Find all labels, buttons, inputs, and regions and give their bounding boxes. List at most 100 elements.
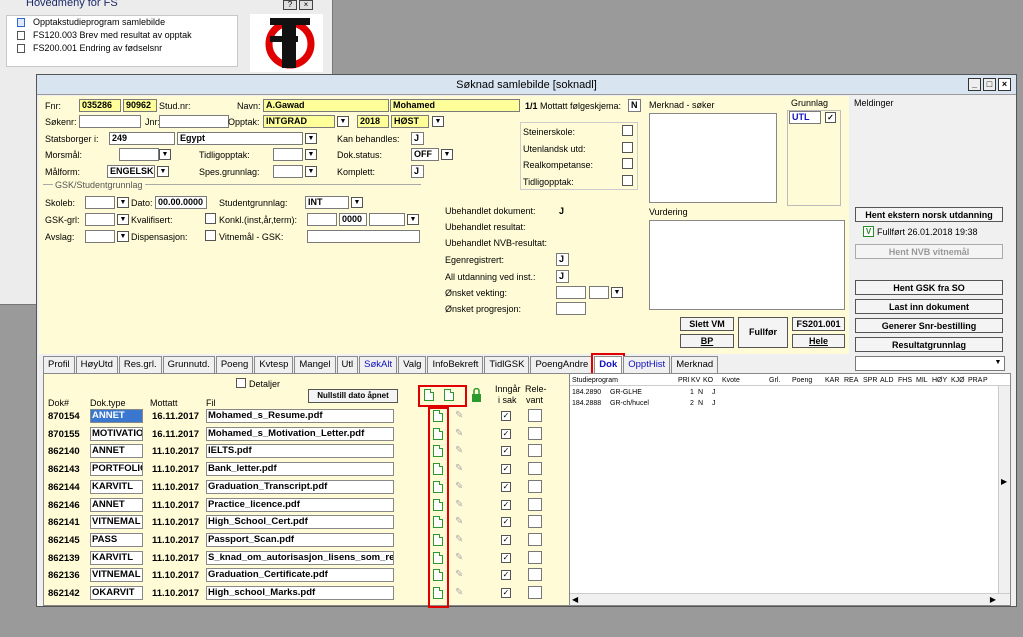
komplett-field[interactable]: J bbox=[411, 165, 424, 178]
tab-resgrl[interactable]: Res.grl. bbox=[118, 356, 162, 373]
morsmal-field[interactable] bbox=[119, 148, 159, 161]
chevron-down-icon[interactable]: ▼ bbox=[157, 166, 169, 177]
kvalifisert-checkbox[interactable] bbox=[205, 213, 216, 224]
relevant-field[interactable] bbox=[528, 532, 542, 546]
tab-hoyutd[interactable]: HøyUtd bbox=[75, 356, 118, 373]
skoleb-field[interactable] bbox=[85, 196, 115, 209]
tab-poeng[interactable]: Poeng bbox=[215, 356, 254, 373]
steinerskole-checkbox[interactable] bbox=[622, 125, 633, 136]
edit-icon[interactable]: ✎ bbox=[455, 569, 463, 580]
doc-type-field[interactable]: ANNET bbox=[90, 444, 143, 459]
relevant-field[interactable] bbox=[528, 444, 542, 458]
slett-vm-button[interactable]: Slett VM bbox=[680, 317, 734, 331]
relevant-field[interactable] bbox=[528, 479, 542, 493]
document-row[interactable]: 862136 VITNEMAL 11.10.2017 Graduation_Certi… bbox=[44, 567, 564, 584]
generer-snr-button[interactable]: Generer Snr-bestilling bbox=[855, 318, 1003, 333]
document-row[interactable]: 862143 PORTFOLIC 11.10.2017 Bank_letter.pdf… bbox=[44, 461, 564, 478]
edit-icon[interactable]: ✎ bbox=[455, 552, 463, 563]
edit-icon[interactable]: ✎ bbox=[455, 587, 463, 598]
chevron-down-icon[interactable]: ▼ bbox=[351, 197, 363, 208]
doc-type-field[interactable]: ANNET bbox=[90, 497, 143, 512]
fullfor-button[interactable]: Fullfør bbox=[738, 317, 788, 348]
jnr-field[interactable] bbox=[159, 115, 229, 128]
inngar-checkbox[interactable]: ✓ bbox=[501, 481, 511, 492]
dato-field[interactable]: 00.00.0000 bbox=[155, 196, 207, 209]
vurdering-textarea[interactable] bbox=[649, 220, 845, 310]
doc-type-field[interactable]: MOTIVATIO bbox=[90, 426, 143, 441]
edit-icon[interactable]: ✎ bbox=[455, 499, 463, 510]
tab-merknad[interactable]: Merknad bbox=[671, 356, 719, 373]
doc-file-field[interactable]: Graduation_Certificate.pdf bbox=[206, 568, 394, 583]
relevant-field[interactable] bbox=[528, 586, 542, 599]
inngar-checkbox[interactable]: ✓ bbox=[501, 517, 511, 528]
chevron-down-icon[interactable]: ▼ bbox=[992, 358, 1004, 369]
konkl-ar-field[interactable]: 0000 bbox=[339, 213, 367, 226]
edit-icon[interactable]: ✎ bbox=[455, 516, 463, 527]
tab-mangel[interactable]: Mangel bbox=[294, 356, 336, 373]
hent-ekstern-button[interactable]: Hent ekstern norsk utdanning bbox=[855, 207, 1003, 222]
edit-icon[interactable]: ✎ bbox=[455, 410, 463, 421]
kanbehandles-field[interactable]: J bbox=[411, 132, 424, 145]
inngar-checkbox[interactable]: ✓ bbox=[501, 570, 511, 581]
tab-opphist[interactable]: OpptHist bbox=[623, 356, 671, 373]
edit-icon[interactable]: ✎ bbox=[455, 428, 463, 439]
resultatgrunnlag-button[interactable]: Resultatgrunnlag bbox=[855, 337, 1003, 352]
inngar-checkbox[interactable]: ✓ bbox=[501, 552, 511, 563]
horizontal-scrollbar[interactable]: ◀ ▶ bbox=[570, 593, 1010, 605]
fs201-button[interactable]: FS201.001 bbox=[792, 317, 845, 331]
doc-type-field[interactable]: PORTFOLIC bbox=[90, 462, 143, 477]
document-row[interactable]: 870154 ANNET 16.11.2017 Mohamed_s_Resume.pd… bbox=[44, 408, 564, 425]
chevron-down-icon[interactable]: ▼ bbox=[305, 149, 317, 160]
document-row[interactable]: 862146 ANNET 11.10.2017 Practice_licence.pd… bbox=[44, 497, 564, 514]
statsborger-kode-field[interactable]: 249 bbox=[109, 132, 175, 145]
allutd-field[interactable]: J bbox=[556, 270, 569, 283]
last-inn-dokument-button[interactable]: Last inn dokument bbox=[855, 299, 1003, 314]
document-row[interactable]: 862141 VITNEMAL 11.10.2017 High_School_Cert… bbox=[44, 514, 564, 531]
bp-button[interactable]: BP bbox=[680, 334, 734, 348]
tab-profil[interactable]: Profil bbox=[43, 356, 75, 373]
gskgrl-field[interactable] bbox=[85, 213, 115, 226]
relevant-field[interactable] bbox=[528, 409, 542, 422]
tab-valg[interactable]: Valg bbox=[398, 356, 427, 373]
konkl-term-field[interactable] bbox=[369, 213, 405, 226]
doc-type-field[interactable]: ANNET bbox=[90, 409, 143, 423]
tab-kvtesp[interactable]: Kvtesp bbox=[254, 356, 294, 373]
doc-file-field[interactable]: S_knad_om_autorisasjon_lisens_som_re bbox=[206, 550, 394, 565]
fornavn-field[interactable]: Mohamed bbox=[390, 99, 520, 112]
tab-poengandre[interactable]: PoengAndre bbox=[530, 356, 594, 373]
vertical-scrollbar[interactable]: ▶ bbox=[998, 386, 1010, 593]
relevant-field[interactable] bbox=[528, 515, 542, 529]
edit-icon[interactable]: ✎ bbox=[455, 445, 463, 456]
relevant-field[interactable] bbox=[528, 462, 542, 476]
dokstatus-field[interactable]: OFF bbox=[411, 148, 439, 161]
doc-file-field[interactable]: Mohamed_s_Motivation_Letter.pdf bbox=[206, 426, 394, 441]
vekting-field[interactable] bbox=[556, 286, 586, 299]
tidligopptak-field[interactable] bbox=[273, 148, 303, 161]
minimize-icon[interactable]: _ bbox=[968, 78, 981, 91]
doc-file-field[interactable]: IELTS.pdf bbox=[206, 444, 394, 459]
tidligopptak2-checkbox[interactable] bbox=[622, 175, 633, 186]
malform-field[interactable]: ENGELSK bbox=[107, 165, 155, 178]
vitnemal-gsk-field[interactable] bbox=[307, 230, 420, 243]
doc-file-field[interactable]: Graduation_Transcript.pdf bbox=[206, 479, 394, 494]
chevron-down-icon[interactable]: ▼ bbox=[159, 149, 171, 160]
tab-grunnutd[interactable]: Grunnutd. bbox=[162, 356, 215, 373]
tab-tidlgsk[interactable]: TidlGSK bbox=[484, 356, 530, 373]
menu-item-fs200[interactable]: FS200.001 Endring av fødselsnr bbox=[7, 42, 237, 55]
document-row[interactable]: 862140 ANNET 11.10.2017 IELTS.pdf ✎ ✓ bbox=[44, 443, 564, 460]
fnr-field-1[interactable]: 035286 bbox=[79, 99, 121, 112]
realkompetanse-checkbox[interactable] bbox=[622, 158, 633, 169]
edit-icon[interactable]: ✎ bbox=[455, 481, 463, 492]
doc-file-field[interactable]: High_School_Cert.pdf bbox=[206, 515, 394, 530]
doc-file-field[interactable]: Bank_letter.pdf bbox=[206, 462, 394, 477]
edit-icon[interactable]: ✎ bbox=[455, 463, 463, 474]
relevant-field[interactable] bbox=[528, 426, 542, 440]
dispensasjon-checkbox[interactable] bbox=[205, 230, 216, 241]
document-row[interactable]: 870155 MOTIVATIO 16.11.2017 Mohamed_s_Motiv… bbox=[44, 426, 564, 443]
inngar-checkbox[interactable]: ✓ bbox=[501, 464, 511, 475]
hele-button[interactable]: Hele bbox=[792, 334, 845, 348]
chevron-down-icon[interactable]: ▼ bbox=[611, 287, 623, 298]
chevron-down-icon[interactable]: ▼ bbox=[407, 214, 419, 225]
chevron-down-icon[interactable]: ▼ bbox=[432, 116, 444, 127]
tab-sokalt[interactable]: SøkAlt bbox=[359, 356, 398, 373]
